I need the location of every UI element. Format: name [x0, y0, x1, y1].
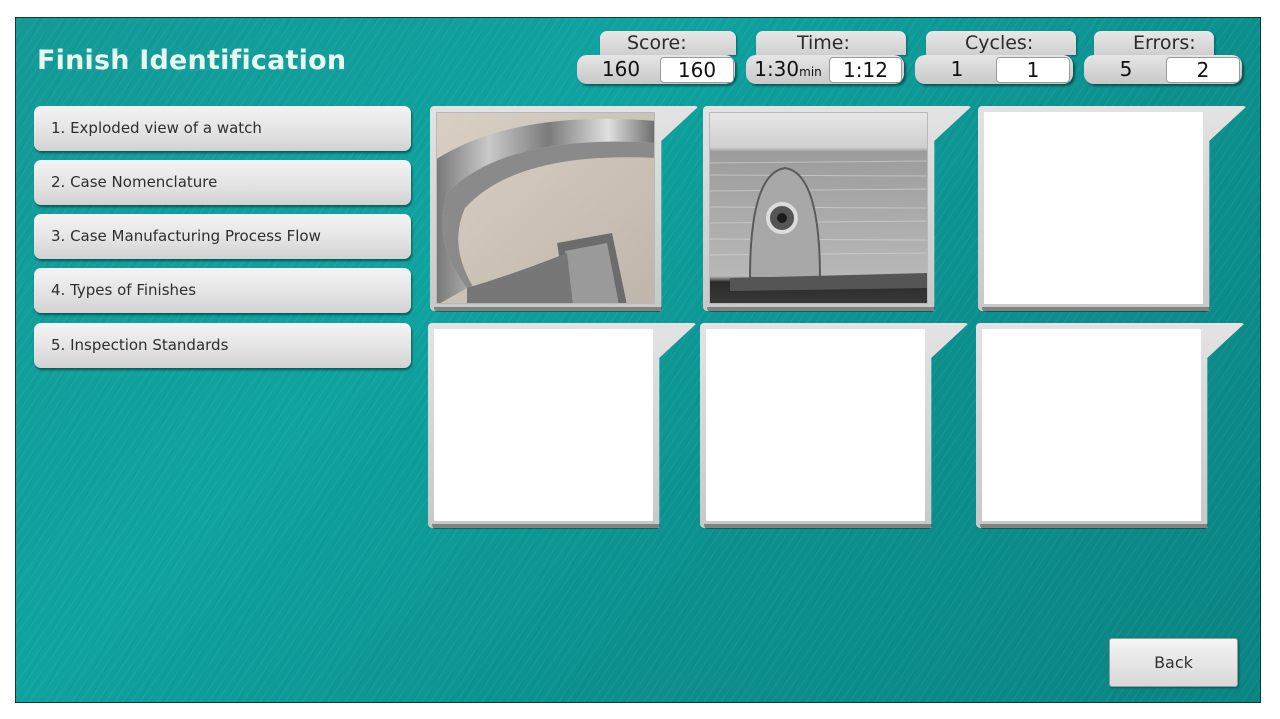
card-shadow — [980, 524, 1208, 529]
card-image-polished-bezel — [436, 112, 655, 304]
card-6[interactable] — [976, 323, 1245, 529]
score-panel: 160 160 — [577, 55, 735, 84]
score-label: Score: — [627, 32, 687, 54]
card-face-blank — [984, 112, 1203, 304]
menu-item-label: 2. Case Nomenclature — [51, 173, 218, 191]
cycles-label: Cycles: — [965, 32, 1034, 54]
score-current: 160 — [660, 57, 734, 83]
back-button[interactable]: Back — [1109, 638, 1238, 687]
menu-item-case-nomenclature[interactable]: 2. Case Nomenclature — [34, 160, 411, 205]
cycles-max: 1 — [950, 57, 964, 81]
errors-current: 2 — [1166, 57, 1240, 83]
time-limit-value: 1:30 — [754, 57, 800, 81]
menu-item-inspection-standards[interactable]: 5. Inspection Standards — [34, 323, 411, 368]
card-shadow — [432, 524, 660, 529]
score-max: 160 — [601, 57, 641, 81]
card-5[interactable] — [700, 323, 969, 529]
menu-item-label: 1. Exploded view of a watch — [51, 119, 262, 137]
errors-label: Errors: — [1133, 32, 1196, 54]
card-shadow — [707, 307, 935, 312]
menu-item-label: 4. Types of Finishes — [51, 281, 197, 299]
menu-item-label: 3. Case Manufacturing Process Flow — [51, 227, 321, 245]
time-limit-unit: min — [799, 65, 822, 79]
errors-panel: 5 2 — [1084, 55, 1242, 84]
card-4[interactable] — [428, 323, 697, 529]
brushed-lug-photo — [710, 113, 927, 303]
time-label: Time: — [797, 32, 850, 54]
game-stage: Finish Identification Score: 160 160 Tim… — [15, 17, 1261, 703]
menu-item-process-flow[interactable]: 3. Case Manufacturing Process Flow — [34, 214, 411, 259]
menu-item-exploded-view[interactable]: 1. Exploded view of a watch — [34, 106, 411, 151]
card-shadow — [434, 307, 662, 312]
card-face-blank — [982, 329, 1201, 521]
time-limit: 1:30min — [748, 55, 828, 84]
card-face-blank — [706, 329, 925, 521]
card-3[interactable] — [978, 106, 1247, 312]
page-title: Finish Identification — [37, 45, 347, 76]
menu-item-types-of-finishes[interactable]: 4. Types of Finishes — [34, 268, 411, 313]
cycles-current: 1 — [996, 57, 1070, 83]
errors-max: 5 — [1119, 57, 1133, 81]
card-image-brushed-lug — [709, 112, 928, 304]
cycles-panel: 1 1 — [915, 55, 1073, 84]
card-1[interactable] — [430, 106, 699, 312]
card-2[interactable] — [703, 106, 972, 312]
time-current: 1:12 — [829, 57, 902, 83]
menu-item-label: 5. Inspection Standards — [51, 336, 229, 354]
card-shadow — [982, 307, 1210, 312]
time-panel: 1:30min 1:12 — [746, 55, 904, 84]
card-shadow — [704, 524, 932, 529]
polished-bezel-photo — [437, 113, 654, 303]
card-face-blank — [434, 329, 653, 521]
